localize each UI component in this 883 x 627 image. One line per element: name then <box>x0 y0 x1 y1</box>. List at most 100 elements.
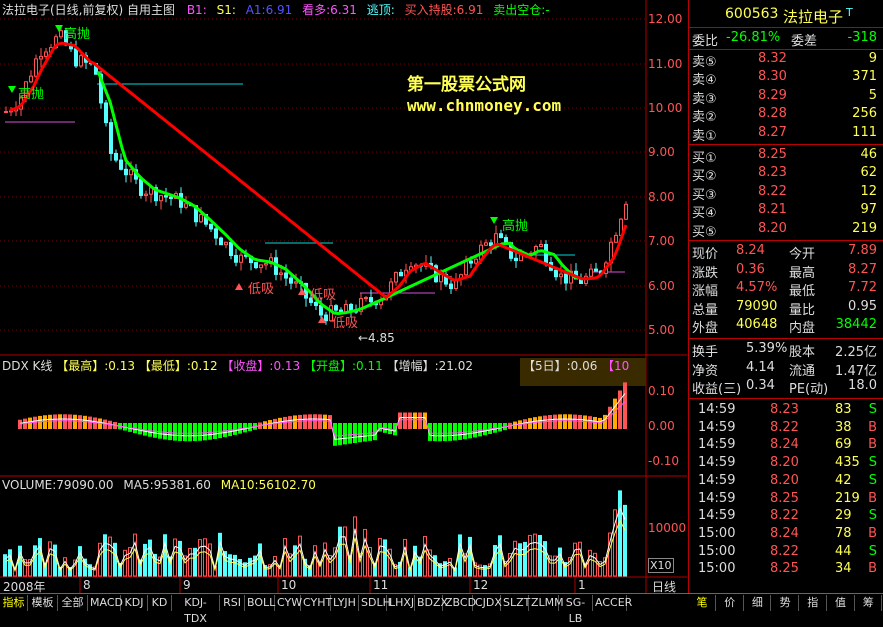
ddx-tick: 0.00 <box>648 419 675 433</box>
volume-bar <box>513 540 517 577</box>
stat-value: 5.39% <box>746 341 788 356</box>
volume-bar <box>143 543 147 577</box>
indicator-tab-rsi[interactable]: RSI <box>220 595 245 611</box>
indicator-tab-[interactable]: 模板 <box>28 595 58 611</box>
indicator-tab-slzt[interactable]: SLZT <box>501 595 530 611</box>
volume-bar <box>618 490 622 577</box>
candle-body <box>119 159 123 170</box>
sell-value: 卖出空仓:- <box>493 3 550 17</box>
volume-bar <box>198 539 202 577</box>
candle-body <box>369 297 373 303</box>
tick-row: 14:59 8.20 435 S <box>690 455 881 473</box>
indicator-tab-cyw[interactable]: CYW <box>275 595 302 611</box>
volume-bar <box>343 526 347 577</box>
candle-body <box>484 242 488 246</box>
candle-body <box>169 196 173 200</box>
indicator-tab-lhxj[interactable]: LHXJ <box>387 595 415 611</box>
indicator-tab-zbcd[interactable]: ZBCD <box>443 595 476 611</box>
volume-bar <box>533 533 537 577</box>
indicator-tab-cyht[interactable]: CYHT <box>301 595 332 611</box>
ddx-bar <box>458 423 462 440</box>
candle-body <box>259 264 263 269</box>
stat-value: 40648 <box>736 317 778 333</box>
ddx-title: DDX K线 <box>2 359 53 373</box>
ddx-bar <box>538 416 542 429</box>
tick-price: 8.24 <box>770 437 799 453</box>
ddx-tick: 0.10 <box>648 384 675 398</box>
ddx-bar <box>193 423 197 442</box>
ddx-bar <box>443 423 447 442</box>
quote-tab[interactable]: 势 <box>772 595 800 611</box>
stat-label: 总量 <box>692 302 719 318</box>
sell-price: 8.29 <box>758 87 787 103</box>
stat-row: 现价 8.24 今开 7.89 <box>690 243 881 262</box>
ddx-bar <box>293 415 297 429</box>
divider <box>688 240 883 241</box>
ddx-bar <box>558 414 562 429</box>
volume-bar <box>8 549 12 577</box>
quote-tab[interactable]: 值 <box>828 595 855 611</box>
ddx-bar <box>303 414 307 429</box>
volume-bar <box>378 537 382 577</box>
indicator-tab-boll[interactable]: BOLL <box>245 595 275 611</box>
divider <box>688 49 883 50</box>
volume-bar <box>163 534 167 577</box>
volume-bar <box>203 538 207 577</box>
price-tick: 7.00 <box>648 234 675 248</box>
indicator-tab-accer[interactable]: ACCER <box>593 595 632 611</box>
quote-tab[interactable]: 笔 <box>689 595 716 611</box>
candle-body <box>124 168 128 176</box>
candle-body <box>539 243 543 247</box>
indicator-tab-macd[interactable]: MACD <box>88 595 123 611</box>
indicator-tab-lyjh[interactable]: LYJH <box>331 595 359 611</box>
indicator-tab-[interactable]: 指标 <box>0 595 28 611</box>
volume-bar <box>188 547 192 577</box>
indicator-tab-sdlh[interactable]: SDLH <box>359 595 391 611</box>
tick-row: 14:59 8.23 83 S <box>690 402 881 420</box>
candle-body <box>34 58 38 77</box>
volume-bar <box>588 549 592 577</box>
divider <box>688 338 883 339</box>
candle-body <box>319 304 323 316</box>
indicator-tab-bdzx[interactable]: BDZX <box>415 595 448 611</box>
volume-bar <box>323 542 327 577</box>
price-tick: 8.00 <box>648 190 675 204</box>
ddx-bar <box>158 423 162 439</box>
indicator-tab-kdjtdx[interactable]: KDJ-TDX <box>172 595 220 625</box>
candle-body <box>209 223 213 230</box>
ddx-bar <box>323 414 327 429</box>
indicator-tab-cjdx[interactable]: CJDX <box>473 595 502 611</box>
stat-value: 0.95 <box>848 298 877 314</box>
sell-level-row: 卖⑤ 8.32 9 <box>690 51 881 70</box>
ddx-bar <box>403 412 407 429</box>
indicator-tab-[interactable]: 全部 <box>58 595 88 611</box>
ddx-tick: -0.10 <box>648 454 680 468</box>
volume-bar <box>543 541 547 577</box>
quote-tab[interactable]: 价 <box>717 595 744 611</box>
stat-label: 现价 <box>692 247 719 262</box>
indicator-tab-sglb[interactable]: SG-LB <box>559 595 593 625</box>
candle-body <box>214 228 218 239</box>
date-month: 12 <box>473 578 489 592</box>
stat-label: 净资 <box>692 363 719 379</box>
ddx-bar <box>48 414 52 429</box>
buy-price: 8.22 <box>758 183 787 199</box>
buy-volume: 219 <box>852 220 877 236</box>
divider <box>688 27 883 28</box>
kline-chart-area[interactable] <box>0 0 687 593</box>
indicator-tab-zlmm[interactable]: ZLMM <box>529 595 564 611</box>
stock-flag: T <box>846 6 853 19</box>
quote-tab[interactable]: 指 <box>800 595 827 611</box>
indicator-tab-kdj[interactable]: KDJ <box>121 595 148 611</box>
tick-side: S <box>868 402 877 417</box>
quote-tab[interactable]: 细 <box>744 595 772 611</box>
tick-time: 14:59 <box>698 455 736 471</box>
ddx-bar <box>348 423 352 444</box>
sell-price: 8.27 <box>758 124 787 140</box>
stat-value: 7.89 <box>848 243 877 258</box>
indicator-tab-kd[interactable]: KD <box>148 595 172 611</box>
volume-bar <box>528 534 532 577</box>
quote-tab[interactable]: 筹 <box>855 595 883 611</box>
stat-value: 38442 <box>835 317 877 333</box>
ddx-bar <box>308 414 312 429</box>
